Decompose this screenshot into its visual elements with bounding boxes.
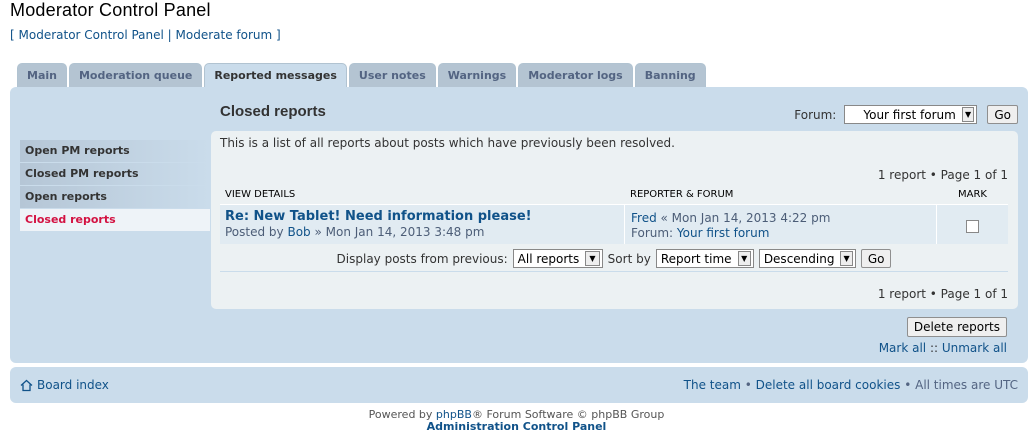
posted-by-prefix: Posted by — [225, 225, 288, 239]
mcp-tabs: Main Moderation queue Reported messages … — [17, 63, 706, 89]
board-index-link[interactable]: Board index — [20, 378, 109, 392]
footer-links: The team • Delete all board cookies • Al… — [684, 378, 1018, 392]
sidebar-item-closed-pm-reports[interactable]: Closed PM reports — [20, 163, 210, 186]
tab-warnings[interactable]: Warnings — [437, 63, 517, 87]
pagination-bottom: 1 report • Page 1 of 1 — [877, 287, 1008, 301]
header-view-details: View details — [225, 189, 296, 200]
home-icon — [20, 379, 33, 392]
report-topic-link[interactable]: Re: New Tablet! Need information please! — [225, 209, 617, 224]
reports-description: This is a list of all reports about post… — [220, 136, 675, 150]
forum-select[interactable]: Your first forum ▼ — [844, 105, 978, 124]
page-title: Moderator Control Panel — [10, 0, 211, 20]
unmark-all-link[interactable]: Unmark all — [942, 341, 1007, 355]
header-reporter-forum: Reporter & Forum — [630, 189, 734, 200]
report-posted-by: Posted by Bob » Mon Jan 14, 2013 3:48 pm — [225, 225, 617, 239]
sort-direction-select[interactable]: Descending ▼ — [758, 249, 856, 268]
content-title: Closed reports — [220, 103, 326, 120]
acp-link[interactable]: Administration Control Panel — [0, 420, 1033, 433]
forum-jump: Forum: Your first forum ▼ Go — [794, 105, 1018, 124]
sort-direction-value: Descending — [763, 251, 835, 266]
sort-label: Sort by — [607, 251, 651, 266]
sort-key-value: Report time — [660, 251, 732, 266]
tab-banning[interactable]: Banning — [634, 63, 706, 87]
divider — [220, 271, 1008, 272]
timezone-text: All times are UTC — [915, 378, 1018, 392]
reporter-link[interactable]: Fred — [631, 211, 657, 225]
sidebar-item-closed-reports[interactable]: Closed reports — [20, 209, 210, 232]
forum-prefix: Forum: — [631, 226, 677, 240]
table-row: Re: New Tablet! Need information please!… — [220, 204, 1008, 244]
posted-time: » Mon Jan 14, 2013 3:48 pm — [310, 225, 485, 239]
filter-go-button[interactable]: Go — [860, 249, 892, 268]
sidebar-item-open-pm-reports[interactable]: Open PM reports — [20, 140, 210, 163]
breadcrumb-moderate-forum-link[interactable]: Moderate forum — [176, 28, 273, 42]
breadcrumb-bracket-close: ] — [272, 28, 281, 42]
delete-cookies-link[interactable]: Delete all board cookies — [756, 378, 901, 392]
breadcrumb-bracket-open: [ — [10, 28, 19, 42]
breadcrumb-mcp-link[interactable]: Moderator Control Panel — [19, 28, 164, 42]
mark-checkbox[interactable] — [966, 220, 979, 233]
mark-cell — [936, 205, 1008, 244]
board-index-label: Board index — [37, 378, 109, 392]
footer-bullet: • — [740, 378, 756, 392]
report-forum-link[interactable]: Your first forum — [677, 226, 770, 240]
chevron-down-icon: ▼ — [840, 251, 853, 266]
sort-key-select[interactable]: Report time ▼ — [655, 249, 754, 268]
tab-moderation-queue[interactable]: Moderation queue — [68, 63, 203, 87]
pagination-top: 1 report • Page 1 of 1 — [877, 168, 1008, 182]
tab-reported-messages[interactable]: Reported messages — [204, 63, 347, 89]
display-select-value: All reports — [517, 251, 580, 266]
report-details-cell: Re: New Tablet! Need information please!… — [220, 205, 622, 244]
reported-time: « Mon Jan 14, 2013 4:22 pm — [656, 211, 831, 225]
mark-links: Mark all :: Unmark all — [879, 341, 1007, 355]
table-header: View details Reporter & Forum Mark — [220, 189, 1008, 203]
display-label: Display posts from previous: — [336, 251, 508, 266]
chevron-down-icon: ▼ — [961, 107, 975, 122]
tab-user-notes[interactable]: User notes — [348, 63, 436, 87]
display-select[interactable]: All reports ▼ — [512, 249, 603, 268]
forum-go-button[interactable]: Go — [987, 105, 1018, 124]
mark-separator: :: — [926, 341, 942, 355]
delete-reports-button[interactable]: Delete reports — [906, 317, 1007, 337]
forum-label: Forum: — [794, 107, 837, 122]
author-link[interactable]: Bob — [287, 225, 310, 239]
tab-moderator-logs[interactable]: Moderator logs — [518, 63, 633, 87]
tab-main[interactable]: Main — [17, 63, 67, 87]
chevron-down-icon: ▼ — [585, 251, 600, 266]
forum-select-value: Your first forum — [863, 107, 956, 122]
breadcrumb: [ Moderator Control Panel | Moderate for… — [10, 28, 281, 42]
breadcrumb-separator: | — [163, 28, 176, 42]
filter-bar: Display posts from previous: All reports… — [220, 249, 1008, 268]
header-mark: Mark — [958, 189, 987, 200]
reporter-cell: Fred « Mon Jan 14, 2013 4:22 pm Forum: Y… — [624, 205, 936, 244]
chevron-down-icon: ▼ — [737, 251, 751, 266]
footer-bullet: • — [900, 378, 916, 392]
sidebar-menu: Open PM reports Closed PM reports Open r… — [20, 140, 210, 232]
sidebar-item-open-reports[interactable]: Open reports — [20, 186, 210, 209]
mark-all-link[interactable]: Mark all — [879, 341, 926, 355]
the-team-link[interactable]: The team — [684, 378, 741, 392]
